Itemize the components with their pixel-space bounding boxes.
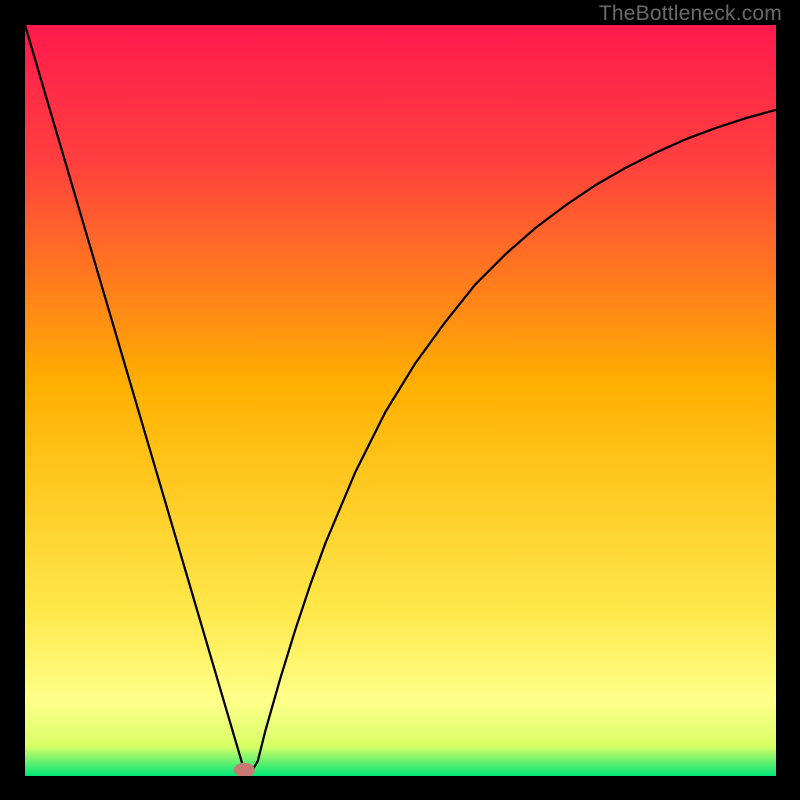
watermark-text: TheBottleneck.com — [599, 2, 782, 26]
plot-area — [25, 25, 776, 776]
chart-svg — [25, 25, 776, 776]
chart-container: TheBottleneck.com — [0, 0, 800, 800]
gradient-background — [25, 25, 776, 776]
